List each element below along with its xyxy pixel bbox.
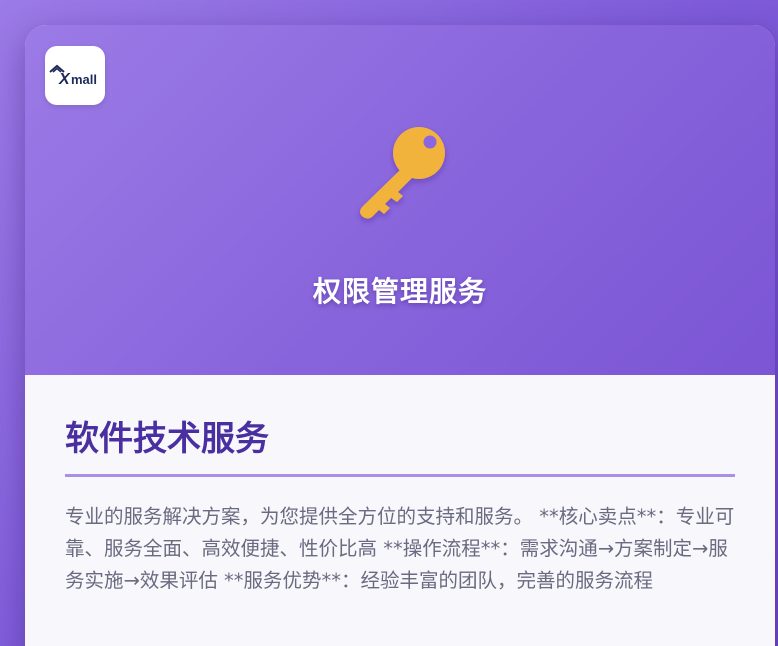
key-icon	[360, 127, 445, 219]
section-title: 软件技术服务	[65, 411, 735, 477]
brand-logo[interactable]: X mall	[45, 46, 105, 105]
svg-text:X: X	[58, 71, 71, 88]
hero-banner: X mall 权限管理服务	[25, 25, 775, 375]
service-card: X mall 权限管理服务 软件技术服务 专业的服务解决方案，为您提供全方位的支…	[25, 25, 775, 646]
hero-title: 权限管理服务	[312, 275, 487, 308]
svg-text:mall: mall	[71, 72, 97, 87]
xmall-logo-icon: X mall	[49, 64, 97, 88]
content-section: 软件技术服务 专业的服务解决方案，为您提供全方位的支持和服务。 **核心卖点**…	[25, 375, 775, 597]
section-description: 专业的服务解决方案，为您提供全方位的支持和服务。 **核心卖点**：专业可靠、服…	[65, 505, 735, 592]
